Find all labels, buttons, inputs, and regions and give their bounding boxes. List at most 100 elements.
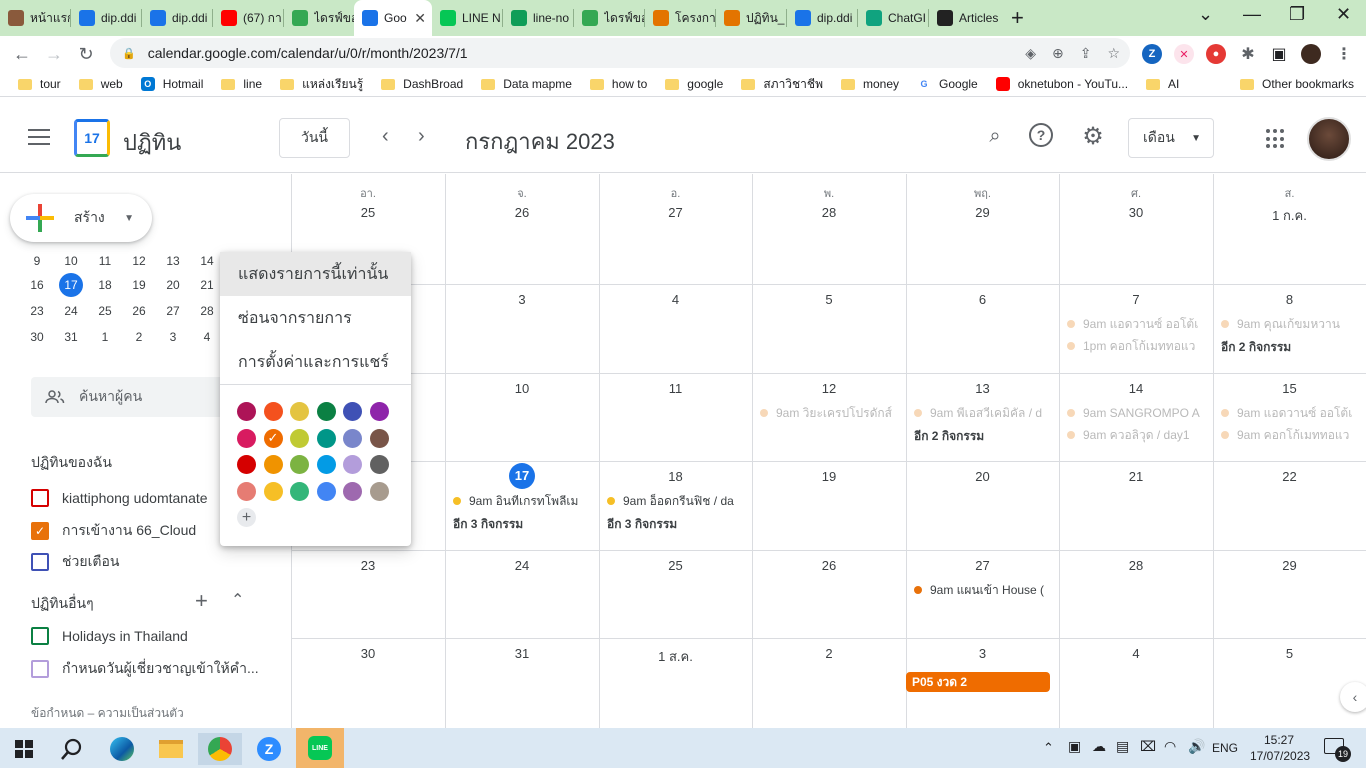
footer-links[interactable]: ข้อกำหนด – ความเป็นส่วนตัว (31, 704, 184, 723)
mini-calendar-day[interactable]: 3 (156, 330, 190, 344)
extensions-puzzle-icon[interactable]: ✱ (1238, 44, 1258, 64)
color-swatch[interactable] (237, 455, 256, 474)
create-button[interactable]: สร้าง ▼ (10, 194, 152, 242)
mini-calendar-day[interactable]: 12 (122, 254, 156, 268)
browser-tab[interactable]: ไดรฟ์ของ (284, 0, 354, 36)
event-chip[interactable]: 9am แอดวานซ์ ออโต้เ (1067, 314, 1209, 334)
browser-tab[interactable]: หน้าแรก (0, 0, 70, 36)
other-calendars-title[interactable]: ปฏิทินอื่นๆ (31, 593, 94, 615)
event-chip[interactable]: 9am พีเอสวีเคมิคัล / d (914, 403, 1055, 423)
browser-tab[interactable]: dip.ddi (71, 0, 141, 36)
day-number[interactable]: 24 (445, 558, 599, 573)
event-chip[interactable]: 9am อ็อดกรีนฟิช / da (607, 491, 748, 511)
day-cell[interactable]: 24 (445, 550, 599, 638)
color-swatch[interactable] (263, 481, 283, 501)
color-swatch[interactable] (343, 481, 362, 501)
day-cell[interactable]: 1 ส.ค. (599, 638, 752, 728)
bookmark-item[interactable]: web (78, 77, 123, 91)
color-swatch[interactable]: ✓ (263, 428, 283, 448)
day-cell[interactable]: 19 (752, 461, 906, 550)
day-number[interactable]: 21 (1059, 469, 1213, 484)
day-cell[interactable]: 14 9am SANGROMPO A 9am ควอลิวุด / day1 (1059, 373, 1213, 461)
day-cell[interactable]: ส. 1 ก.ค. (1213, 174, 1366, 284)
view-selector[interactable]: เดือน ▼ (1128, 118, 1214, 158)
zoom-icon[interactable]: ⊕ (1052, 45, 1064, 62)
bookmark-item[interactable]: money (840, 77, 899, 91)
mini-calendar-day[interactable]: 14 (190, 254, 224, 268)
color-swatch[interactable] (290, 428, 309, 448)
color-swatch[interactable] (343, 402, 362, 421)
mini-calendar-day[interactable]: 25 (88, 304, 122, 318)
day-cell[interactable]: 2 (752, 638, 906, 728)
bookmark-item[interactable]: google (665, 77, 723, 91)
browser-tab[interactable]: ปฏิทิน_ (716, 0, 786, 36)
event-chip[interactable]: 9am วิยะเครปโปรดักส์ (760, 403, 902, 423)
bow-extension-icon[interactable]: ✕ (1174, 44, 1194, 64)
browser-tab[interactable]: LINE N (432, 0, 502, 36)
browser-menu-icon[interactable]: ⋮ (1334, 44, 1354, 64)
event-chip[interactable]: 9am แผนเข้า House ( (914, 580, 1055, 600)
mini-calendar-day[interactable]: 9 (20, 254, 54, 268)
search-icon[interactable]: ⌕ (982, 123, 1008, 149)
day-number[interactable]: 25 (599, 558, 752, 573)
color-swatch[interactable] (316, 402, 336, 421)
day-number[interactable]: 27 (599, 205, 752, 220)
day-cell[interactable]: พฤ. 29 (906, 174, 1059, 284)
mini-calendar-day[interactable]: 24 (54, 304, 88, 318)
day-cell[interactable]: อ. 27 (599, 174, 752, 284)
bookmark-item[interactable]: สภาวิชาชีพ (741, 75, 823, 94)
color-swatch[interactable] (290, 402, 309, 421)
wifi-icon[interactable]: ◠ (1164, 738, 1176, 755)
day-number[interactable]: 5 (1213, 646, 1366, 661)
day-cell[interactable]: 29 (1213, 550, 1366, 638)
color-swatch[interactable] (263, 455, 283, 474)
browser-tab[interactable]: ไดรฟ์ขอ (574, 0, 644, 36)
day-number[interactable]: 23 (291, 558, 445, 573)
day-number[interactable]: 12 (752, 381, 906, 396)
day-cell[interactable]: 22 (1213, 461, 1366, 550)
day-cell[interactable]: 8 9am คุณเก้ขมหวาน อีก 2 กิจกรรม (1213, 284, 1366, 373)
mini-calendar-day[interactable]: 28 (190, 304, 224, 318)
mini-calendar-day[interactable]: 17 (54, 273, 88, 297)
event-chip[interactable]: 9am แอดวานซ์ ออโต้เ (1221, 403, 1362, 423)
chrome-icon[interactable] (198, 733, 242, 765)
back-icon[interactable]: ← (6, 44, 38, 65)
zoom-extension-icon[interactable]: Z (1142, 44, 1162, 64)
day-cell[interactable]: จ. 26 (445, 174, 599, 284)
settings-gear-icon[interactable]: ⚙ (1080, 123, 1106, 150)
color-swatch[interactable] (316, 428, 336, 448)
day-number[interactable]: 7 (1059, 292, 1213, 307)
day-number[interactable]: 3 (445, 292, 599, 307)
address-bar[interactable]: 🔒 calendar.google.com/calendar/u/0/r/mon… (110, 38, 1130, 68)
pokeball-extension-icon[interactable]: ● (1206, 44, 1226, 64)
day-cell[interactable]: 26 (752, 550, 906, 638)
day-number[interactable]: 29 (906, 205, 1059, 220)
mini-calendar-day[interactable]: 13 (156, 254, 190, 268)
day-cell[interactable]: 4 (599, 284, 752, 373)
calendar-checkbox[interactable]: ✓ (31, 522, 49, 540)
day-cell[interactable]: 10 (445, 373, 599, 461)
lens-icon[interactable]: ◈ (1025, 45, 1036, 62)
my-calendars-title[interactable]: ปฏิทินของฉัน (31, 452, 112, 474)
tray-app-icon[interactable]: ▤ (1116, 738, 1129, 755)
browser-tab[interactable]: Goo ✕ (354, 0, 432, 36)
day-cell[interactable]: 4 (1059, 638, 1213, 728)
show-side-panel-icon[interactable]: ‹ (1340, 682, 1366, 712)
event-chip[interactable]: 9am คุณเก้ขมหวาน (1221, 314, 1362, 334)
day-cell[interactable]: 6 (906, 284, 1059, 373)
color-swatch[interactable] (369, 455, 389, 474)
day-number[interactable]: 15 (1213, 381, 1366, 396)
file-explorer-icon[interactable] (149, 733, 193, 765)
line-app-icon[interactable]: LINE (296, 728, 344, 768)
calendar-list-item[interactable]: กำหนดวันผู้เชี่ยวชาญเข้าให้คำ... (31, 658, 259, 680)
day-number[interactable]: 20 (906, 469, 1059, 484)
day-number[interactable]: 26 (445, 205, 599, 220)
day-number[interactable]: 29 (1213, 558, 1366, 573)
color-swatch[interactable] (263, 402, 283, 421)
day-number[interactable]: 27 (906, 558, 1059, 573)
day-number[interactable]: 1 ก.ค. (1213, 205, 1366, 226)
event-chip[interactable]: 9am SANGROMPO A (1067, 403, 1209, 423)
mini-calendar-day[interactable]: 30 (20, 330, 54, 344)
bookmark-item[interactable]: oknetubon - YouTu... (995, 77, 1128, 91)
calendar-checkbox[interactable] (31, 660, 49, 678)
